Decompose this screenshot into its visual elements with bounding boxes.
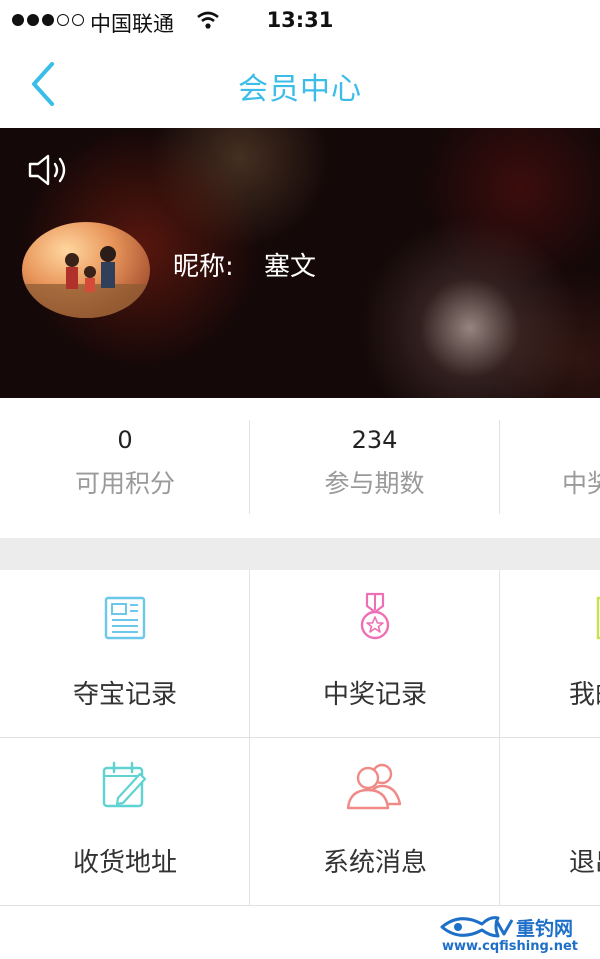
stat-label: 中奖 bbox=[562, 469, 600, 498]
nickname-label: 昵称: bbox=[173, 252, 234, 282]
menu-item-treasure-records[interactable]: 夺宝记录 bbox=[0, 570, 250, 738]
nickname-value: 塞文 bbox=[264, 252, 317, 282]
site-watermark: 重钓网 www.cqfishing.net bbox=[438, 914, 594, 958]
menu-grid: 夺宝记录 中奖记录 我的 收货地址 系 bbox=[0, 570, 600, 906]
profile-banner: 昵称: 塞文 bbox=[0, 128, 600, 398]
watermark-url: www.cqfishing.net bbox=[442, 939, 579, 954]
status-time: 13:31 bbox=[266, 8, 334, 32]
section-divider bbox=[0, 538, 600, 570]
nav-bar: 会员中心 bbox=[0, 40, 600, 128]
users-icon bbox=[346, 763, 402, 810]
document-icon bbox=[596, 596, 600, 640]
fish-logo-icon bbox=[440, 916, 514, 938]
stat-label: 参与期数 bbox=[324, 469, 425, 498]
speaker-icon[interactable] bbox=[26, 150, 74, 190]
avatar-illustration bbox=[22, 246, 150, 318]
stat-value bbox=[500, 426, 600, 454]
menu-item-mine[interactable]: 我的 bbox=[500, 570, 600, 738]
menu-item-label: 系统消息 bbox=[322, 848, 427, 878]
medal-icon bbox=[360, 592, 390, 640]
bottom-area: 重钓网 www.cqfishing.net bbox=[0, 906, 600, 959]
menu-item-label: 退出 bbox=[569, 848, 600, 878]
notepad-pen-icon bbox=[102, 761, 147, 808]
stat-points[interactable]: 0 可用积分 bbox=[0, 420, 250, 514]
stats-row: 0 可用积分 234 参与期数 中奖 bbox=[0, 398, 600, 538]
menu-item-logout[interactable]: 退出 bbox=[500, 738, 600, 906]
stat-value: 234 bbox=[351, 426, 398, 454]
menu-item-label: 收货地址 bbox=[72, 848, 177, 878]
menu-item-label: 夺宝记录 bbox=[72, 680, 177, 710]
menu-item-shipping-address[interactable]: 收货地址 bbox=[0, 738, 250, 906]
menu-item-label: 中奖记录 bbox=[322, 680, 427, 710]
status-bar: 中国联通 13:31 bbox=[0, 0, 600, 40]
newspaper-icon bbox=[104, 596, 146, 640]
stat-wins[interactable]: 中奖 bbox=[499, 420, 600, 514]
menu-item-system-messages[interactable]: 系统消息 bbox=[250, 738, 500, 906]
stat-value: 0 bbox=[117, 426, 133, 454]
page-title: 会员中心 bbox=[238, 72, 362, 107]
menu-item-win-records[interactable]: 中奖记录 bbox=[250, 570, 500, 738]
watermark-brand: 重钓网 bbox=[516, 918, 574, 940]
stat-rounds[interactable]: 234 参与期数 bbox=[249, 420, 499, 514]
avatar[interactable] bbox=[22, 222, 150, 318]
stat-label: 可用积分 bbox=[74, 469, 175, 498]
menu-item-label: 我的 bbox=[569, 680, 600, 710]
